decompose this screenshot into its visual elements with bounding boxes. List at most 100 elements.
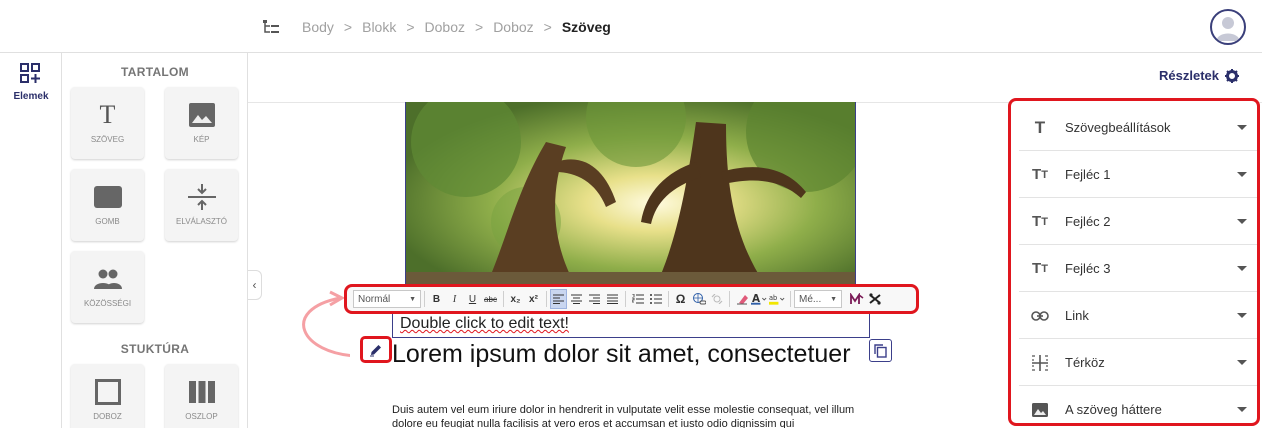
layer-tree-icon[interactable] (262, 18, 280, 36)
tile-image-label: KÉP (193, 135, 210, 144)
settings-panel: T Szövegbeállítások TT Fejléc 1 TT Fejlé… (1008, 98, 1260, 426)
italic-button[interactable]: I (446, 289, 463, 309)
toolbar-separator (546, 291, 547, 307)
tile-column[interactable]: OSZLOP (165, 364, 238, 428)
settings-row-background[interactable]: A szöveg háttere (1019, 387, 1257, 423)
subscript-button[interactable]: x₂ (507, 289, 524, 309)
settings-row-heading-1[interactable]: TT Fejléc 1 (1019, 152, 1257, 198)
settings-row-label: Fejléc 1 (1065, 167, 1111, 182)
remove-format-button[interactable] (866, 289, 883, 309)
numbered-list-button[interactable] (629, 289, 646, 309)
tile-button[interactable]: GOMB (71, 169, 144, 241)
breadcrumb-separator: > (406, 19, 415, 35)
tree-photo[interactable] (405, 102, 856, 286)
tile-divider[interactable]: ELVÁLASZTÓ (165, 169, 238, 241)
wave-plugin-button[interactable] (848, 289, 865, 309)
section-title-content: TARTALOM (121, 65, 189, 79)
format-select[interactable]: Normál ▼ (353, 290, 421, 308)
breadcrumb-item-body[interactable]: Body (302, 19, 334, 35)
special-char-button[interactable]: Ω (672, 289, 689, 309)
strikethrough-button[interactable]: abc (482, 289, 499, 309)
caret-down-icon (1237, 407, 1247, 412)
breadcrumb-separator: > (475, 19, 484, 35)
edit-hint-text[interactable]: Double click to edit text! (400, 315, 569, 333)
breadcrumb-separator: > (343, 19, 353, 35)
people-icon (93, 269, 122, 289)
pencil-icon (370, 344, 381, 356)
content-heading[interactable]: Lorem ipsum dolor sit amet, consectetuer (392, 340, 862, 368)
clear-format-button[interactable] (733, 289, 750, 309)
bg-color-button[interactable]: ab (769, 289, 786, 309)
breadcrumb: Body > Blokk > Doboz > Doboz > Szöveg (302, 19, 611, 35)
text-icon: T (99, 100, 116, 129)
button-icon (93, 186, 122, 208)
align-justify-icon (607, 294, 618, 304)
breadcrumb-item-doboz[interactable]: Doboz (425, 19, 465, 35)
align-justify-button[interactable] (604, 289, 621, 309)
align-right-button[interactable] (586, 289, 603, 309)
bullet-list-icon (649, 294, 662, 304)
box-icon (94, 379, 121, 405)
bold-button[interactable]: B (428, 289, 445, 309)
elements-panel: TARTALOM T SZÖVEG KÉP GOMB ELVÁLASZTÓ KÖ… (62, 53, 248, 428)
superscript-button[interactable]: x² (525, 289, 542, 309)
tile-social[interactable]: KÖZÖSSÉGI (71, 251, 144, 323)
settings-row-spacing[interactable]: Térköz (1019, 340, 1257, 386)
caret-down-icon (1237, 125, 1247, 130)
toolbar-separator (503, 291, 504, 307)
columns-icon (188, 381, 215, 403)
settings-row-label: Térköz (1065, 355, 1105, 370)
tab-elements[interactable]: Elemek (0, 53, 62, 111)
settings-row-heading-2[interactable]: TT Fejléc 2 (1019, 199, 1257, 245)
text-color-button[interactable]: A (751, 289, 768, 309)
tile-box[interactable]: DOBOZ (71, 364, 144, 428)
insert-link-button[interactable] (690, 289, 707, 309)
align-center-icon (571, 294, 582, 304)
breadcrumb-current: Szöveg (561, 19, 611, 35)
toolbar-separator (668, 291, 669, 307)
tile-image[interactable]: KÉP (165, 87, 238, 159)
settings-row-label: Szövegbeállítások (1065, 120, 1171, 135)
numbered-list-icon (631, 294, 644, 304)
editor-root: Body > Blokk > Doboz > Doboz > Szöveg El… (0, 0, 1262, 428)
format-select-value: Normál (358, 293, 391, 305)
size-select-value: Mé... (799, 293, 822, 305)
avatar[interactable] (1210, 9, 1246, 45)
text-color-icon: A (751, 293, 767, 305)
settings-row-link[interactable]: Link (1019, 293, 1257, 339)
breadcrumb-item-blokk[interactable]: Blokk (362, 19, 396, 35)
size-select[interactable]: Mé... ▼ (794, 290, 842, 308)
align-right-icon (589, 294, 600, 304)
heading-icon: TT (1032, 260, 1048, 277)
bullet-list-button[interactable] (647, 289, 664, 309)
tile-button-label: GOMB (95, 217, 120, 226)
align-left-button[interactable] (550, 289, 567, 309)
settings-row-label: A szöveg háttere (1065, 402, 1162, 417)
unlink-button[interactable] (708, 289, 725, 309)
details-label: Részletek (1159, 68, 1219, 83)
details-button[interactable]: Részletek (1159, 68, 1239, 83)
edit-text-button[interactable] (360, 336, 392, 363)
duplicate-button[interactable] (869, 339, 892, 362)
svg-text:ab: ab (769, 294, 777, 302)
collapse-panel-button[interactable]: ‹ (248, 270, 262, 300)
underline-button[interactable]: U (464, 289, 481, 309)
tile-text[interactable]: T SZÖVEG (71, 87, 144, 159)
content-body-text[interactable]: Duis autem vel eum iriure dolor in hendr… (392, 403, 862, 428)
image-icon (188, 103, 215, 127)
settings-row-label: Link (1065, 308, 1089, 323)
align-left-icon (553, 294, 564, 304)
breadcrumb-item-doboz-2[interactable]: Doboz (493, 19, 533, 35)
link-icon (1031, 310, 1049, 321)
heading-icon: TT (1032, 213, 1048, 230)
dropdown-arrow-icon: ▼ (830, 295, 837, 303)
breadcrumb-separator: > (543, 19, 552, 35)
settings-row-label: Fejléc 2 (1065, 214, 1111, 229)
unlink-icon (711, 294, 722, 304)
settings-row-heading-3[interactable]: TT Fejléc 3 (1019, 246, 1257, 292)
gear-icon (1224, 68, 1239, 83)
remove-format-icon (868, 293, 881, 305)
align-center-button[interactable] (568, 289, 585, 309)
settings-row-text[interactable]: T Szövegbeállítások (1019, 105, 1257, 151)
link-globe-icon (692, 293, 706, 305)
